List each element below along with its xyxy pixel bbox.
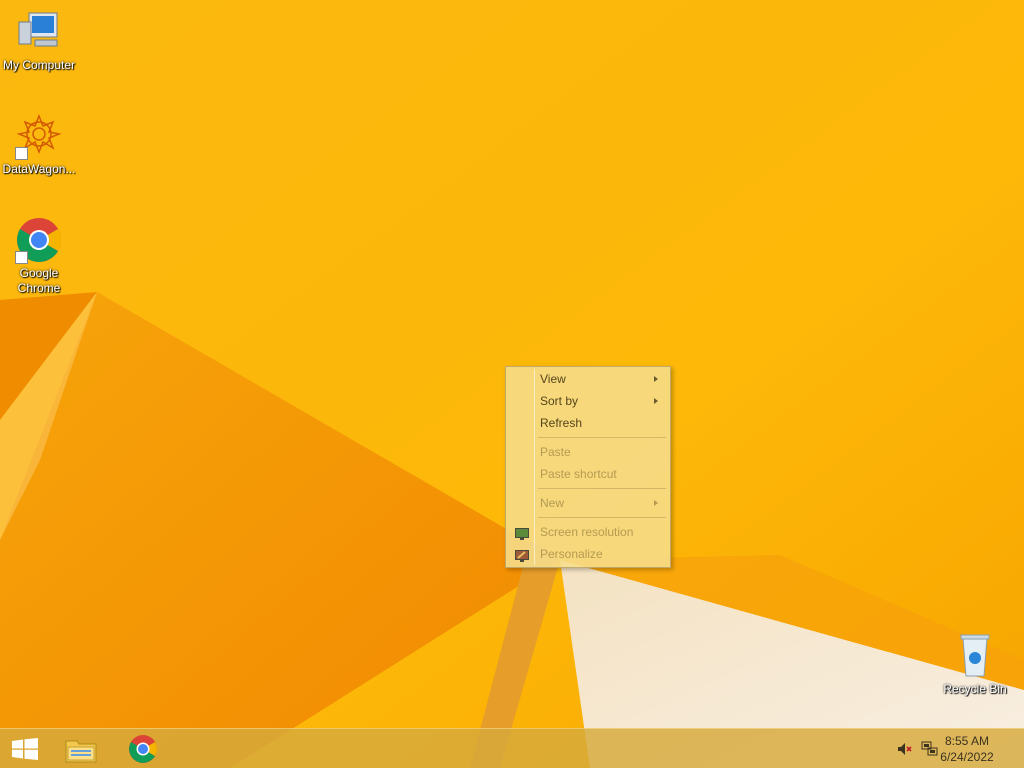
menu-item-label: Paste	[540, 445, 571, 459]
taskbar-google-chrome[interactable]	[114, 729, 172, 768]
menu-item-label: Refresh	[540, 416, 583, 430]
menu-item-new[interactable]: New	[508, 492, 668, 514]
menu-separator	[538, 517, 666, 518]
menu-item-view[interactable]: View	[508, 368, 668, 390]
desktop-icon-label: Recycle Bin	[943, 682, 1007, 696]
shortcut-arrow-icon	[15, 251, 28, 264]
computer-icon	[15, 8, 63, 56]
volume-muted-icon[interactable]	[897, 742, 913, 761]
datawagon-icon	[15, 112, 63, 160]
menu-item-paste[interactable]: Paste	[508, 441, 668, 463]
desktop-icon-recycle-bin[interactable]: Recycle Bin	[936, 632, 1014, 697]
menu-item-label: View	[540, 372, 566, 386]
tray-clock[interactable]: 8:55 AM 6/24/2022	[932, 733, 1002, 765]
chrome-icon	[15, 216, 63, 264]
menu-item-label: Screen resolution	[540, 525, 634, 539]
menu-item-refresh[interactable]: Refresh	[508, 412, 668, 434]
submenu-arrow-icon	[654, 500, 658, 506]
display-icon	[515, 525, 529, 540]
chrome-icon	[128, 734, 158, 768]
desktop-icon-label: My Computer	[2, 58, 76, 72]
windows-logo-icon	[12, 738, 38, 765]
desktop-icon-label: Google Chrome	[17, 266, 61, 295]
menu-item-label: New	[540, 496, 565, 510]
start-button[interactable]	[0, 729, 50, 768]
taskbar: 8:55 AM 6/24/2022	[0, 728, 1024, 768]
menu-item-label: Paste shortcut	[540, 467, 617, 481]
desktop[interactable]: My Computer DataWagon... Google Chrome R…	[0, 0, 1024, 768]
file-explorer-icon	[65, 735, 97, 768]
desktop-icon-label: DataWagon...	[2, 162, 76, 176]
clock-time: 8:55 AM	[944, 734, 990, 748]
desktop-icon-datawagon[interactable]: DataWagon...	[0, 112, 78, 177]
menu-separator	[538, 488, 666, 489]
desktop-icon-google-chrome[interactable]: Google Chrome	[0, 216, 78, 296]
menu-item-screen-resolution[interactable]: Screen resolution	[508, 521, 668, 543]
clock-date: 6/24/2022	[940, 750, 994, 764]
recycle-bin-icon	[951, 632, 999, 680]
taskbar-file-explorer[interactable]	[52, 729, 110, 768]
menu-item-label: Personalize	[540, 547, 603, 561]
desktop-context-menu: View Sort by Refresh Paste Paste shortcu…	[505, 366, 671, 568]
menu-item-sort-by[interactable]: Sort by	[508, 390, 668, 412]
submenu-arrow-icon	[654, 398, 658, 404]
menu-separator	[538, 437, 666, 438]
menu-item-label: Sort by	[540, 394, 579, 408]
shortcut-arrow-icon	[15, 147, 28, 160]
personalize-icon	[515, 547, 529, 562]
submenu-arrow-icon	[654, 376, 658, 382]
menu-item-personalize[interactable]: Personalize	[508, 543, 668, 565]
menu-item-paste-shortcut[interactable]: Paste shortcut	[508, 463, 668, 485]
desktop-icon-my-computer[interactable]: My Computer	[0, 8, 78, 73]
